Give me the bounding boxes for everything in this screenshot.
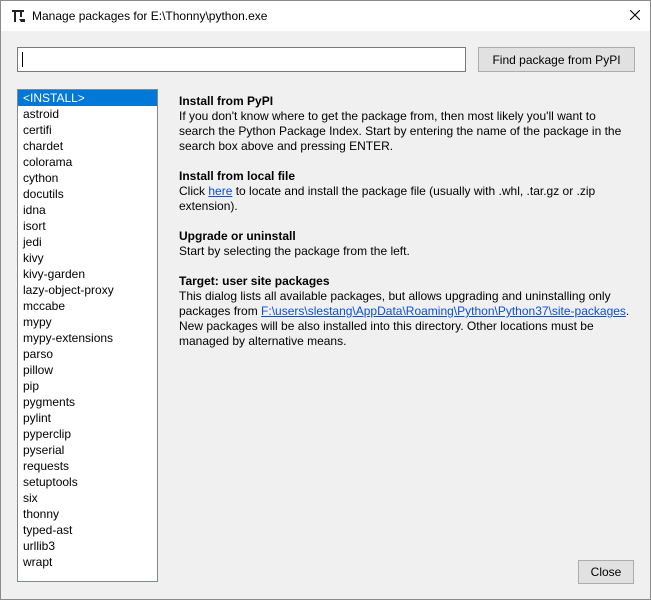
package-list-item[interactable]: requests [18,458,157,474]
package-list-item[interactable]: jedi [18,234,157,250]
package-list-item[interactable]: pip [18,378,157,394]
install-local-text-before: Click [179,184,209,198]
package-list-item[interactable]: mccabe [18,298,157,314]
package-list-item[interactable]: colorama [18,154,157,170]
package-list-item[interactable]: certifi [18,122,157,138]
package-list-item[interactable]: pygments [18,394,157,410]
install-pypi-heading: Install from PyPI [179,94,274,108]
package-list-item[interactable]: urllib3 [18,538,157,554]
package-list-item[interactable]: lazy-object-proxy [18,282,157,298]
find-package-label: Find package from PyPI [492,52,621,67]
package-list-item[interactable]: typed-ast [18,522,157,538]
target-text: This dialog lists all available packages… [179,289,634,349]
install-pypi-text: If you don't know where to get the packa… [179,109,622,153]
package-list-item[interactable]: thonny [18,506,157,522]
target-heading: Target: user site packages [179,274,330,288]
install-local-link[interactable]: here [208,184,232,198]
info-panel: Install from PyPI If you don't know wher… [179,94,634,364]
package-list-item[interactable]: idna [18,202,157,218]
package-list-item[interactable]: kivy [18,250,157,266]
upgrade-section: Upgrade or uninstall Start by selecting … [179,229,634,259]
site-packages-link[interactable]: F:\users\slestang\AppData\Roaming\Python… [261,304,626,318]
package-list-item[interactable]: isort [18,218,157,234]
package-list-item[interactable]: pylint [18,410,157,426]
close-icon [629,9,641,23]
thonny-logo-icon [10,8,26,24]
package-list-item[interactable]: kivy-garden [18,266,157,282]
package-list-item[interactable]: docutils [18,186,157,202]
package-list-item[interactable]: wrapt [18,554,157,570]
package-list-item[interactable]: pillow [18,362,157,378]
package-list-item[interactable]: chardet [18,138,157,154]
window-close-button[interactable] [620,1,650,31]
window-title: Manage packages for E:\Thonny\python.exe [32,9,268,23]
install-local-text: Click here to locate and install the pac… [179,184,634,214]
package-list-item[interactable]: pyperclip [18,426,157,442]
package-list[interactable]: <INSTALL> astroid certifi chardet colorama cy… [17,89,158,582]
package-list-item[interactable]: <INSTALL> [18,90,157,106]
close-button-label: Close [590,565,622,579]
close-button[interactable]: Close [578,560,634,584]
text-caret [22,52,23,67]
upgrade-heading: Upgrade or uninstall [179,229,296,243]
title-bar: Manage packages for E:\Thonny\python.exe [1,1,650,31]
package-list-item[interactable]: cython [18,170,157,186]
install-local-text-after: to locate and install the package file (… [179,184,596,213]
package-search-input[interactable] [17,47,466,72]
install-local-heading: Install from local file [179,169,296,183]
manage-packages-dialog: Manage packages for E:\Thonny\python.exe… [0,0,651,600]
install-pypi-section: Install from PyPI If you don't know wher… [179,94,634,154]
package-list-item[interactable]: setuptools [18,474,157,490]
package-list-item[interactable]: astroid [18,106,157,122]
package-list-item[interactable]: pyserial [18,442,157,458]
package-list-item[interactable]: mypy [18,314,157,330]
package-list-item[interactable]: mypy-extensions [18,330,157,346]
upgrade-text: Start by selecting the package from the … [179,244,410,258]
find-package-button[interactable]: Find package from PyPI [478,47,635,72]
target-section: Target: user site packages This dialog l… [179,274,634,349]
install-local-section: Install from local file Click here to lo… [179,169,634,214]
package-list-item[interactable]: six [18,490,157,506]
package-list-item[interactable]: parso [18,346,157,362]
